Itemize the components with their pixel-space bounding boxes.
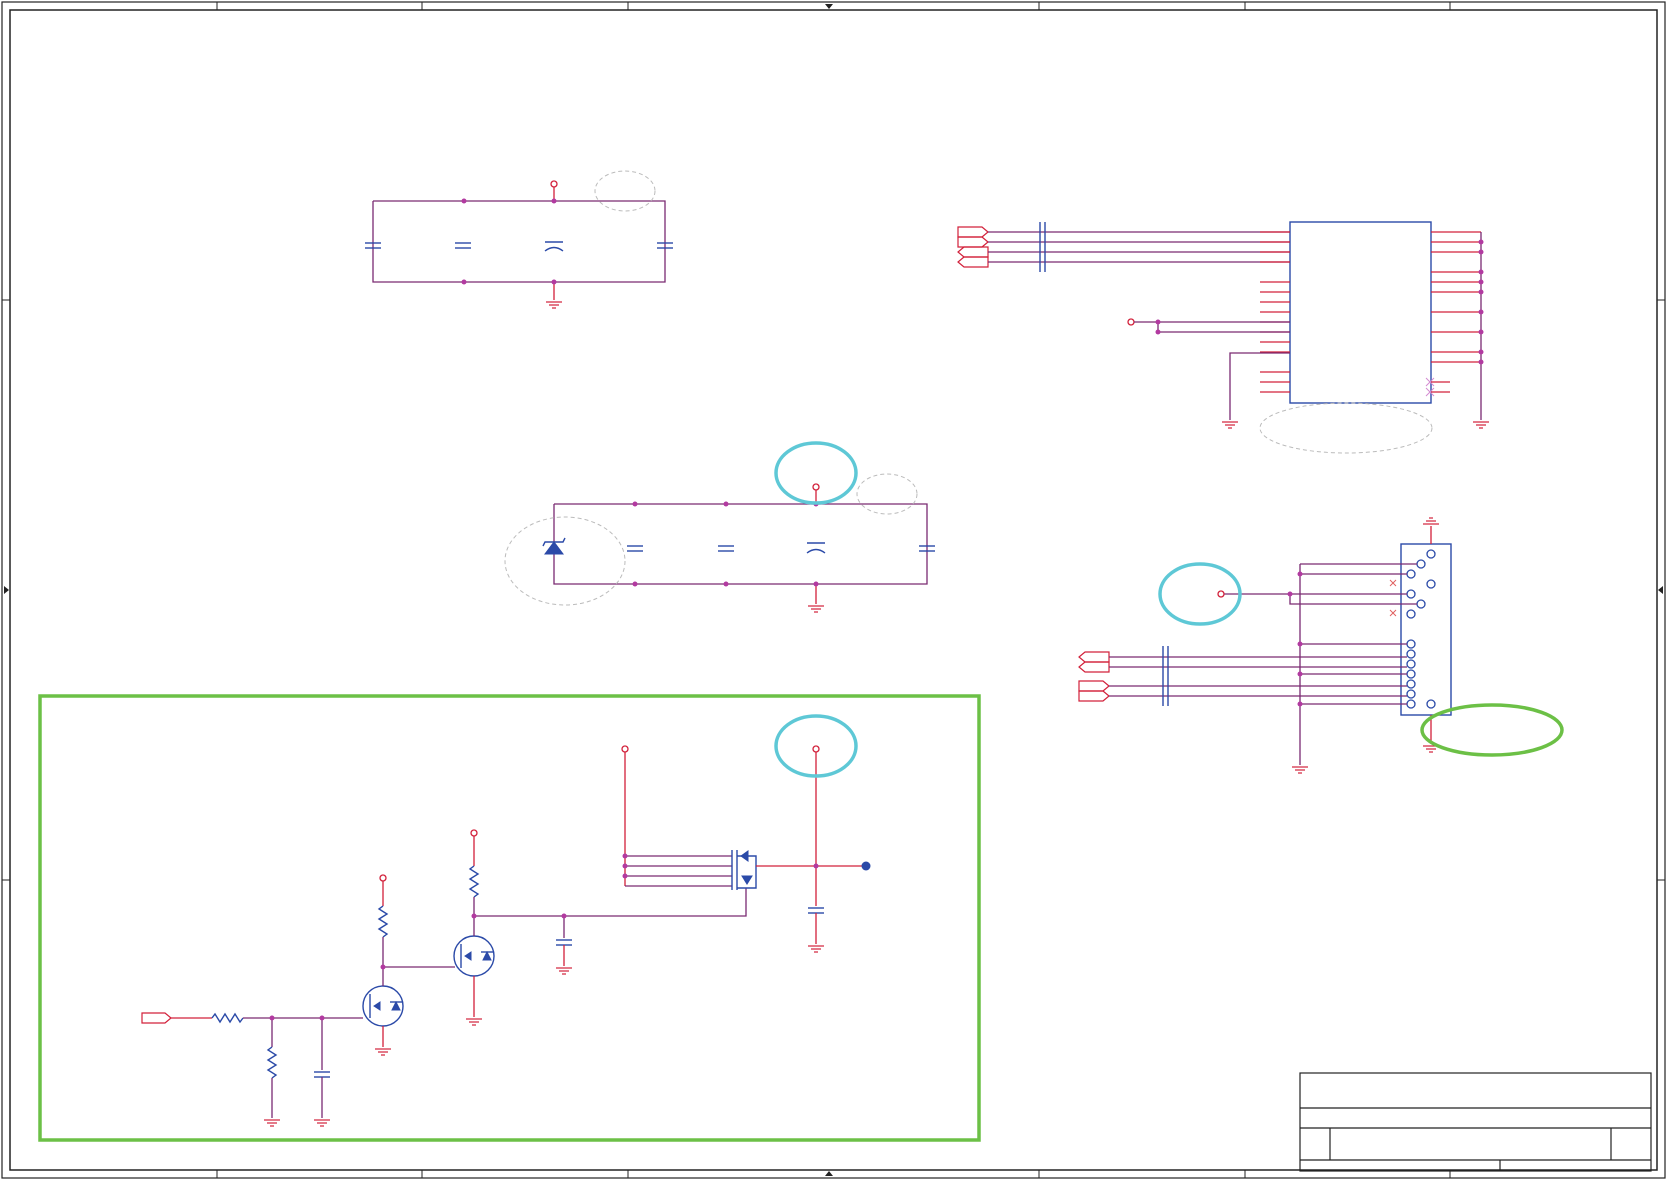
port-coupling-caps	[1162, 646, 1169, 706]
resistor-r2	[266, 1046, 278, 1079]
ground-symbol	[264, 1119, 280, 1127]
electrolytic-capacitor-c3	[544, 241, 564, 252]
switch-block	[38, 694, 981, 1142]
ground-symbol	[375, 1048, 391, 1056]
capacitor-c9	[314, 1071, 330, 1078]
power-port-q2	[470, 829, 478, 837]
mosfet-q3	[731, 850, 757, 890]
ground-symbol	[314, 1119, 330, 1127]
input-port-arrow	[141, 1012, 172, 1024]
power-port-output	[812, 745, 820, 753]
ground-symbol	[808, 605, 824, 613]
ground-symbol	[546, 301, 562, 309]
annotation-dashed-ellipse	[856, 473, 918, 515]
decoupling-group-top	[365, 170, 673, 309]
ground-symbol	[556, 967, 572, 975]
capacitor-c10	[556, 939, 572, 946]
capacitor-c6	[718, 545, 734, 552]
power-port-top	[550, 180, 558, 188]
connector-block-ports	[1078, 517, 1564, 774]
junction-dots	[1155, 239, 1484, 365]
ac-coupling-caps	[1039, 222, 1046, 272]
power-port-q3-source	[621, 745, 629, 753]
connector-block-ic	[957, 221, 1489, 454]
mosfet-q1	[362, 985, 404, 1027]
pin-stubs-right	[1431, 231, 1481, 393]
switch-wires	[625, 855, 732, 887]
decoupling-group-middle	[504, 441, 935, 613]
junction-dots	[461, 198, 557, 285]
junction-dot	[813, 863, 819, 869]
ic-body	[1289, 221, 1432, 404]
schematic-sheet	[1, 1, 1666, 1179]
highlight-box-green	[38, 694, 981, 1142]
ground-symbol	[466, 1018, 482, 1026]
frame-ticks	[2, 2, 1665, 1178]
ground-symbol-inverted	[1423, 517, 1439, 525]
junction-dots	[622, 853, 628, 879]
power-port-middle	[812, 483, 820, 491]
ground-symbol	[1292, 766, 1308, 774]
port-arrows	[1078, 651, 1110, 702]
mosfet-q2	[453, 935, 495, 977]
capacitor-c2	[455, 242, 471, 249]
junction-dots	[632, 501, 819, 587]
center-arrows	[4, 4, 1663, 1176]
ground-symbol	[1222, 421, 1238, 429]
port-wires	[1224, 563, 1417, 765]
port-connector-body	[1400, 543, 1452, 716]
connector-pins	[1406, 549, 1436, 709]
junction-dot	[380, 964, 386, 970]
highlight-ellipse-green	[1420, 703, 1564, 757]
capacitor-c11	[808, 907, 824, 914]
annotation-dashed-ellipse	[594, 170, 656, 212]
power-port-connector	[1217, 590, 1225, 598]
signal-wires-left	[988, 231, 1290, 263]
title-block	[1299, 1072, 1652, 1172]
no-connect-marks	[1425, 377, 1435, 397]
annotation-dashed-ellipse	[1259, 402, 1433, 454]
sheet-frame	[1, 1, 1666, 1179]
ground-symbol	[808, 945, 824, 953]
capacitor-c5	[627, 545, 643, 552]
resistor-r3	[377, 905, 389, 938]
power-port-q1	[379, 874, 387, 882]
resistor-r4	[468, 865, 480, 898]
power-port-ic	[1127, 318, 1135, 326]
electrolytic-capacitor-c7	[806, 542, 826, 554]
resistor-r1	[211, 1012, 244, 1024]
ground-symbol	[1473, 421, 1489, 429]
power-wires	[1134, 321, 1290, 420]
port-signal-wires	[1109, 656, 1407, 697]
annotation-dashed-ellipse	[504, 516, 626, 606]
port-arrows	[957, 226, 989, 268]
output-net-dot	[861, 861, 871, 871]
pin-stubs-left	[1260, 231, 1290, 393]
no-connect-marks	[1389, 579, 1397, 617]
